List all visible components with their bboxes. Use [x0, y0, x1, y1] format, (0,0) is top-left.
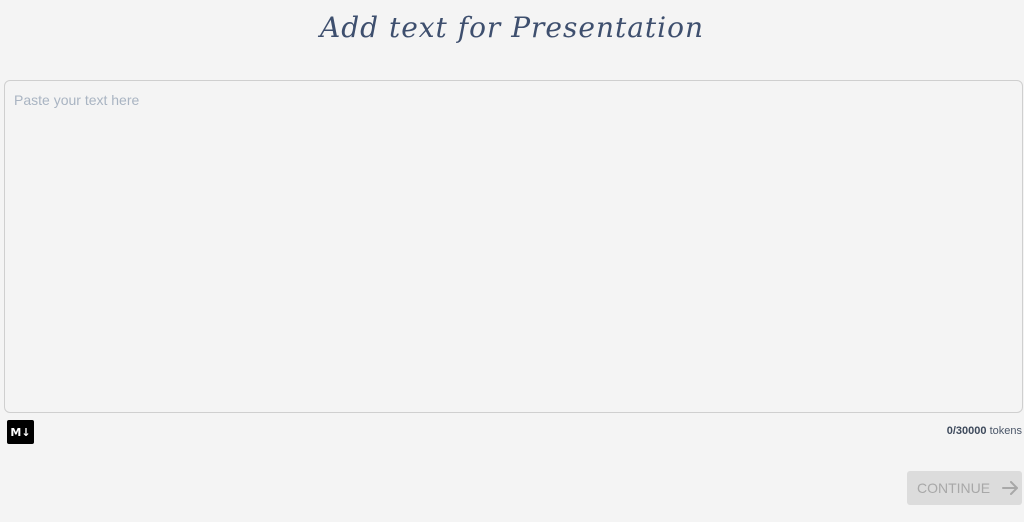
arrow-right-icon	[1002, 481, 1020, 495]
markdown-icon[interactable]: M↓	[7, 420, 34, 444]
text-input[interactable]	[5, 81, 1022, 412]
continue-button[interactable]: CONTINUE	[907, 471, 1022, 505]
token-count-unit: tokens	[989, 425, 1022, 437]
token-counter: 0/30000 tokens	[947, 425, 1022, 437]
token-count-value: 0/30000	[946, 425, 987, 437]
continue-button-label: CONTINUE	[917, 480, 991, 496]
page-title: Add text for Presentation	[319, 11, 705, 44]
text-editor[interactable]	[4, 80, 1023, 413]
page: Add text for Presentation M↓ 0/30000 tok…	[0, 0, 1024, 522]
